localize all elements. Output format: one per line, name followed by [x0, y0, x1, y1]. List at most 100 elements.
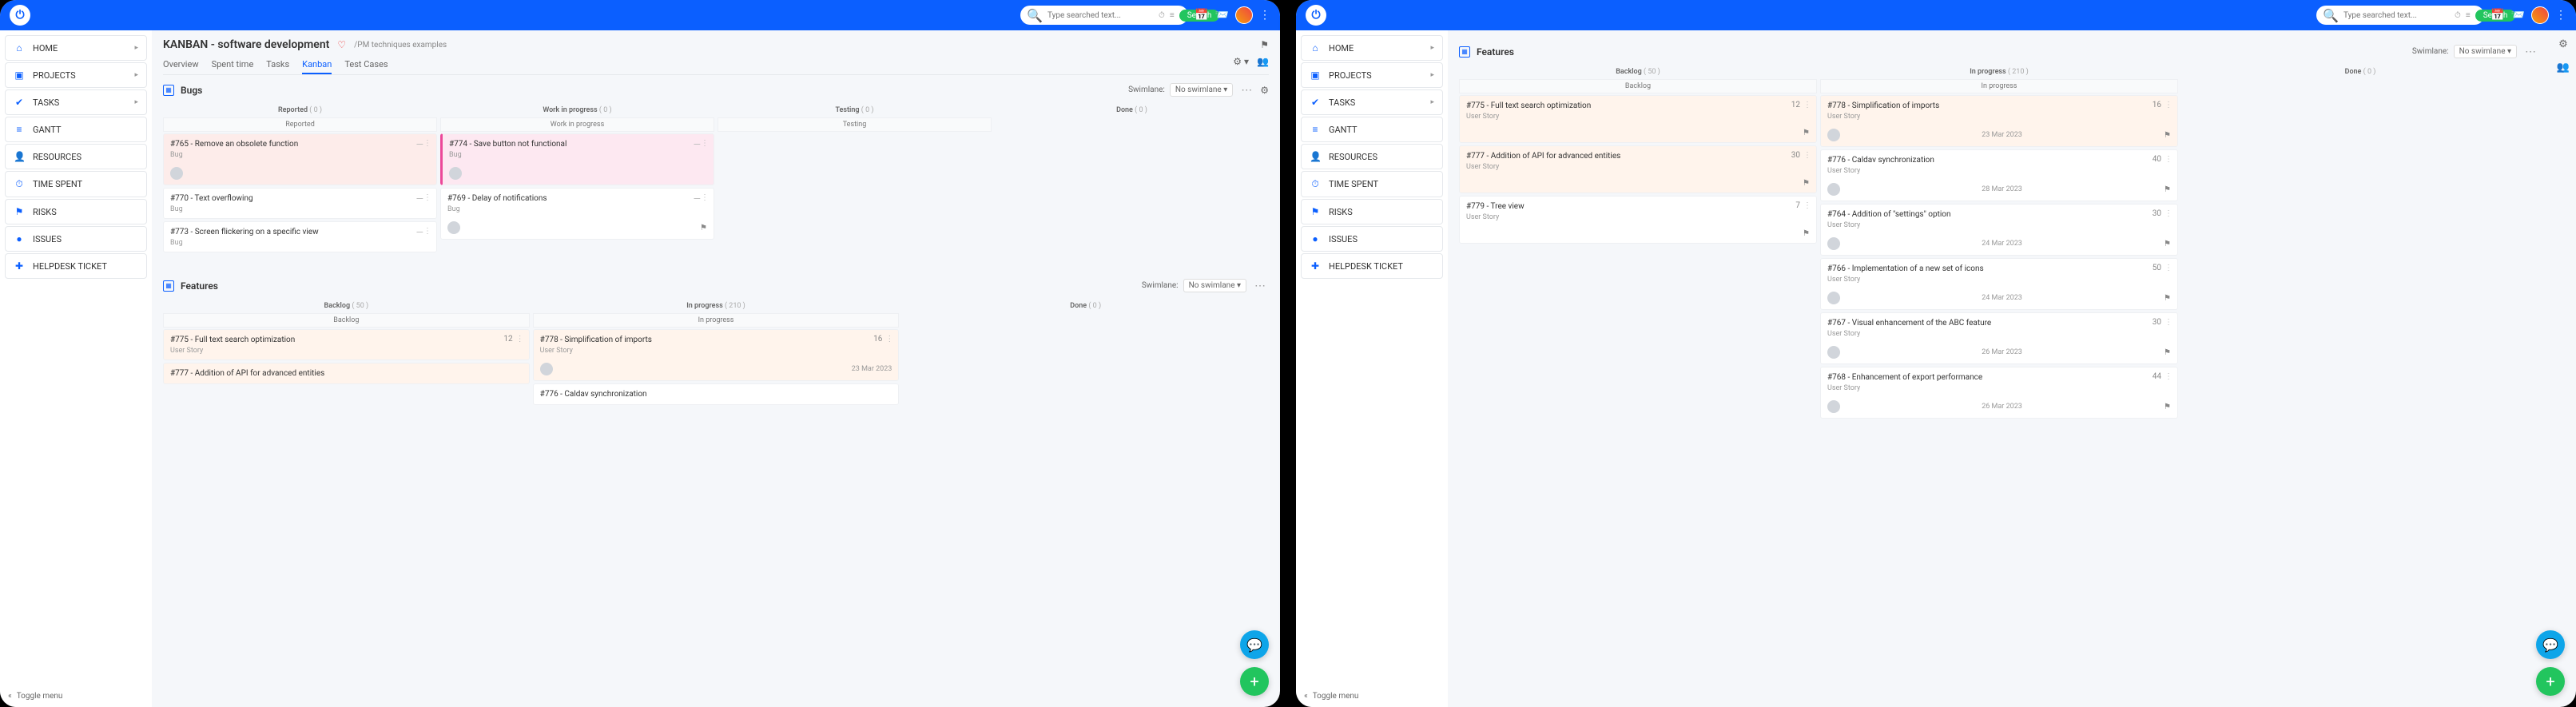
app-logo-icon[interactable]: ⏻ [1306, 5, 1326, 26]
card-menu-icon[interactable]: ⋮ [2165, 318, 2173, 327]
tab-testcases[interactable]: Test Cases [344, 56, 388, 74]
tab-tasks[interactable]: Tasks [266, 56, 289, 74]
toggle-menu-button[interactable]: «Toggle menu [8, 692, 62, 701]
kanban-card[interactable]: #776 - Caldav synchronizationUser Story4… [1820, 149, 2178, 201]
card-menu-icon[interactable]: ⋮ [1803, 151, 1811, 160]
add-fab-button[interactable]: + [2536, 667, 2565, 696]
card-menu-icon[interactable]: ⋮ [516, 335, 524, 344]
section-menu-icon[interactable]: ⋯ [2522, 46, 2539, 58]
sidebar-item-tasks[interactable]: ✔TASKS▸ [5, 89, 147, 115]
card-menu-icon[interactable]: ⋮ [423, 139, 431, 148]
sidebar-item-home[interactable]: ⌂HOME▸ [1301, 35, 1443, 61]
people-icon[interactable]: 👥 [1257, 56, 1269, 74]
inbox-icon[interactable]: 📨 [2511, 9, 2525, 22]
kanban-card[interactable]: #767 - Visual enhancement of the ABC fea… [1820, 312, 2178, 364]
kanban-card[interactable]: #773 - Screen flickering on a specific v… [163, 221, 437, 252]
tab-overview[interactable]: Overview [163, 56, 199, 74]
assignee-avatar[interactable] [170, 167, 183, 180]
card-menu-icon[interactable]: ⋮ [423, 193, 431, 202]
section-toggle-icon[interactable]: ▦ [163, 280, 174, 292]
kanban-card[interactable]: #777 - Addition of API for advanced enti… [163, 363, 530, 384]
kanban-card[interactable]: #766 - Implementation of a new set of ic… [1820, 258, 2178, 310]
assignee-avatar[interactable] [447, 221, 460, 234]
assignee-avatar[interactable] [1827, 183, 1840, 196]
clock-icon[interactable]: ⏱ [1159, 11, 1165, 20]
swimlane-select[interactable]: No swimlane ▾ [1183, 279, 1246, 292]
sidebar-item-issues[interactable]: ●ISSUES [1301, 226, 1443, 252]
section-toggle-icon[interactable]: ▦ [1459, 46, 1470, 58]
sidebar-item-gantt[interactable]: ≡GANTT [5, 117, 147, 142]
sidebar-item-helpdesk[interactable]: ✚HELPDESK TICKET [5, 253, 147, 279]
kanban-card[interactable]: #765 - Remove an obsolete functionBug—⋮ [163, 133, 437, 185]
flag-icon[interactable]: ⚑ [1260, 39, 1269, 50]
toggle-menu-button[interactable]: «Toggle menu [1304, 692, 1358, 701]
sidebar-item-home[interactable]: ⌂HOME▸ [5, 35, 147, 61]
assignee-avatar[interactable] [1827, 400, 1840, 413]
kanban-card[interactable]: #777 - Addition of API for advanced enti… [1459, 145, 1817, 193]
sidebar-item-resources[interactable]: 👤RESOURCES [1301, 144, 1443, 169]
inbox-icon[interactable]: 📨 [1215, 9, 1229, 22]
kanban-card[interactable]: #774 - Save button not functionalBug—⋮ [440, 133, 714, 185]
section-menu-icon[interactable]: ⋯ [1238, 84, 1255, 97]
card-menu-icon[interactable]: ⋮ [1803, 201, 1811, 210]
card-menu-icon[interactable]: ⋮ [2165, 209, 2173, 218]
card-menu-icon[interactable]: ⋮ [2165, 155, 2173, 164]
menu-dots-icon[interactable]: ⋮ [2555, 9, 2566, 22]
sidebar-item-risks[interactable]: ⚑RISKS [1301, 199, 1443, 224]
user-avatar[interactable] [1235, 6, 1253, 24]
assignee-avatar[interactable] [540, 363, 553, 375]
filter-icon[interactable]: ≡ [1170, 11, 1175, 20]
people-icon[interactable]: 👥 [2557, 62, 2570, 73]
kanban-card[interactable]: #776 - Caldav synchronization [533, 383, 900, 405]
settings-icon[interactable]: ⚙ ▾ [1233, 56, 1249, 74]
sidebar-item-helpdesk[interactable]: ✚HELPDESK TICKET [1301, 253, 1443, 279]
assignee-avatar[interactable] [1827, 129, 1840, 141]
filter-icon[interactable]: ≡ [2466, 11, 2471, 20]
section-menu-icon[interactable]: ⋯ [1251, 280, 1269, 292]
assignee-avatar[interactable] [1827, 237, 1840, 250]
kanban-card[interactable]: #764 - Addition of "settings" optionUser… [1820, 204, 2178, 256]
sidebar-item-timespent[interactable]: ⏱TIME SPENT [1301, 171, 1443, 197]
section-toggle-icon[interactable]: ▦ [163, 85, 174, 96]
assignee-avatar[interactable] [449, 167, 462, 180]
card-menu-icon[interactable]: ⋮ [2165, 101, 2173, 109]
kanban-card[interactable]: #769 - Delay of notificationsBug—⋮⚑ [440, 188, 714, 240]
user-avatar[interactable] [2531, 6, 2549, 24]
assignee-avatar[interactable] [1827, 292, 1840, 304]
kanban-card[interactable]: #779 - Tree viewUser Story7⋮⚑ [1459, 196, 1817, 244]
card-menu-icon[interactable]: ⋮ [2165, 264, 2173, 272]
sidebar-item-risks[interactable]: ⚑RISKS [5, 199, 147, 224]
settings-icon[interactable]: ⚙ [2558, 38, 2568, 50]
search-input[interactable] [2343, 11, 2450, 20]
sidebar-item-resources[interactable]: 👤RESOURCES [5, 144, 147, 169]
calendar-icon[interactable]: 📅 [2491, 9, 2504, 22]
sidebar-item-tasks[interactable]: ✔TASKS▸ [1301, 89, 1443, 115]
card-menu-icon[interactable]: ⋮ [1803, 101, 1811, 109]
kanban-card[interactable]: #778 - Simplification of importsUser Sto… [1820, 95, 2178, 147]
search-box[interactable]: 🔍 ⏱ ≡ Search [1020, 6, 1188, 25]
sidebar-item-projects[interactable]: ▣PROJECTS▸ [1301, 62, 1443, 88]
sidebar-item-gantt[interactable]: ≡GANTT [1301, 117, 1443, 142]
chat-bubble-button[interactable]: 💬 [2536, 630, 2565, 659]
card-menu-icon[interactable]: ⋮ [701, 193, 709, 202]
card-menu-icon[interactable]: ⋮ [2165, 372, 2173, 381]
card-menu-icon[interactable]: ⋮ [885, 335, 893, 344]
card-menu-icon[interactable]: ⋮ [423, 227, 431, 236]
sidebar-item-projects[interactable]: ▣PROJECTS▸ [5, 62, 147, 88]
chat-bubble-button[interactable]: 💬 [1240, 630, 1269, 659]
favorite-icon[interactable]: ♡ [337, 39, 346, 50]
sidebar-item-timespent[interactable]: ⏱TIME SPENT [5, 171, 147, 197]
sidebar-item-issues[interactable]: ●ISSUES [5, 226, 147, 252]
swimlane-select[interactable]: No swimlane ▾ [1170, 83, 1233, 97]
tab-spenttime[interactable]: Spent time [212, 56, 254, 74]
card-menu-icon[interactable]: ⋮ [701, 139, 709, 148]
clock-icon[interactable]: ⏱ [2455, 11, 2461, 20]
kanban-card[interactable]: #778 - Simplification of importsUser Sto… [533, 329, 900, 381]
calendar-icon[interactable]: 📅 [1195, 9, 1208, 22]
breadcrumb[interactable]: /PM techniques examples [354, 41, 447, 50]
app-logo-icon[interactable]: ⏻ [10, 5, 30, 26]
tab-kanban[interactable]: Kanban [302, 56, 332, 74]
search-box[interactable]: 🔍 ⏱ ≡ Search [2316, 6, 2484, 25]
add-fab-button[interactable]: + [1240, 667, 1269, 696]
menu-dots-icon[interactable]: ⋮ [1259, 9, 1270, 22]
